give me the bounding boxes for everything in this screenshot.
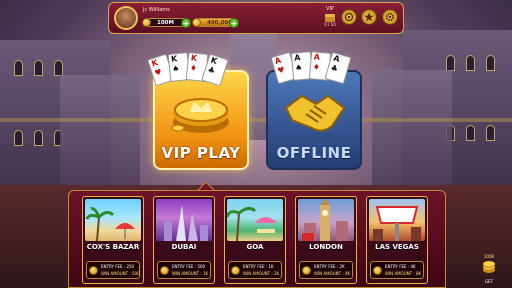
vip-level: VIP (326, 6, 334, 12)
dubai-skyline-image (156, 199, 212, 241)
vip-progress-text: 0 / 10 (324, 22, 336, 27)
background-balcony-rail (0, 118, 512, 122)
coin-icon (89, 266, 98, 275)
entry-fee: ENTRY FEE : 4K (385, 264, 416, 269)
win-amount: WIN AMOUNT : 1K (172, 271, 209, 276)
city-card-london[interactable]: LONDON ENTRY FEE : 2K WIN AMOUNT : 4K (295, 196, 357, 284)
city-name: LAS VEGAS (375, 243, 419, 251)
city-card-las-vegas[interactable]: LAS VEGAS ENTRY FEE : 4K WIN AMOUNT : 8K (366, 196, 428, 284)
reward-label: GET (484, 279, 494, 284)
city-stakes: ENTRY FEE : 1K WIN AMOUNT : 2K (228, 261, 282, 279)
entry-fee: ENTRY FEE : 500 (172, 264, 206, 269)
city-stakes: ENTRY FEE : 250 WIN AMOUNT : 500 (86, 261, 140, 279)
vip-play-button[interactable]: K ♥ K ♠ K ♦ K ♣ VIP PLAY (147, 52, 249, 170)
city-card-coxs-bazar[interactable]: COX'S BAZAR ENTRY FEE : 250 WIN AMOUNT :… (82, 196, 144, 284)
london-skyline-image (298, 199, 354, 241)
background-building-left-rear (60, 75, 140, 195)
chips-balance[interactable]: 100M + (142, 18, 191, 28)
coin-icon (231, 266, 240, 275)
chips-icon (142, 18, 151, 27)
coxs-bazar-beach-image (85, 199, 141, 242)
vip-chest-icon (325, 14, 335, 22)
win-amount: WIN AMOUNT : 2K (243, 271, 280, 276)
coin-stack-icon (192, 18, 201, 27)
city-card-goa[interactable]: GOA ENTRY FEE : 1K WIN AMOUNT : 2K (224, 196, 286, 284)
win-amount: WIN AMOUNT : 8K (385, 271, 422, 276)
city-card-dubai[interactable]: DUBAI ENTRY FEE : 500 WIN AMOUNT : 1K (153, 196, 215, 284)
city-name: DUBAI (171, 243, 197, 251)
eye-badge-icon[interactable] (341, 9, 357, 25)
coin-icon (373, 266, 382, 275)
free-coins-reward-button[interactable]: 100K GET (480, 254, 498, 284)
vip-progress[interactable]: VIP 0 / 10 (317, 6, 343, 32)
entry-fee: ENTRY FEE : 2K (314, 264, 345, 269)
goa-beach-image (225, 199, 283, 242)
top-bar: Jc Williams 100M + 400,000 + VIP 0 / 10 (108, 2, 404, 34)
chips-amount: 100M (157, 19, 174, 26)
coins-balance[interactable]: 400,000 + (192, 18, 239, 28)
handshake-icon (284, 94, 346, 132)
city-stakes: ENTRY FEE : 2K WIN AMOUNT : 4K (299, 261, 353, 279)
reward-amount: 100K (483, 254, 495, 259)
city-stakes: ENTRY FEE : 4K WIN AMOUNT : 8K (370, 261, 424, 279)
city-name: LONDON (309, 243, 343, 251)
player-name: Jc Williams (143, 7, 170, 13)
win-amount: WIN AMOUNT : 500 (101, 271, 140, 276)
las-vegas-sign-image (369, 199, 425, 241)
vip-play-label: VIP PLAY (161, 144, 241, 162)
entry-fee: ENTRY FEE : 250 (101, 264, 135, 269)
win-amount: WIN AMOUNT : 4K (314, 271, 351, 276)
city-stakes: ENTRY FEE : 500 WIN AMOUNT : 1K (157, 261, 211, 279)
player-avatar[interactable] (114, 6, 138, 30)
add-chips-button[interactable]: + (181, 18, 191, 28)
offline-label: OFFLINE (276, 144, 352, 162)
coin-icon (302, 266, 311, 275)
game-lobby: Jc Williams 100M + 400,000 + VIP 0 / 10 … (0, 0, 512, 288)
offline-play-button[interactable]: A ♥ A ♠ A ♦ A ♣ OFFLINE (266, 51, 362, 170)
background-building-right-rear (372, 70, 452, 195)
add-coins-button[interactable]: + (229, 18, 239, 28)
city-name: GOA (246, 243, 264, 251)
gear-icon[interactable] (382, 9, 398, 25)
city-name: COX'S BAZAR (86, 243, 140, 251)
star-icon[interactable] (361, 9, 377, 25)
gold-coin-stack-icon (171, 98, 229, 133)
entry-fee: ENTRY FEE : 1K (243, 264, 274, 269)
coin-icon (160, 266, 169, 275)
coin-stack-icon (482, 260, 496, 273)
